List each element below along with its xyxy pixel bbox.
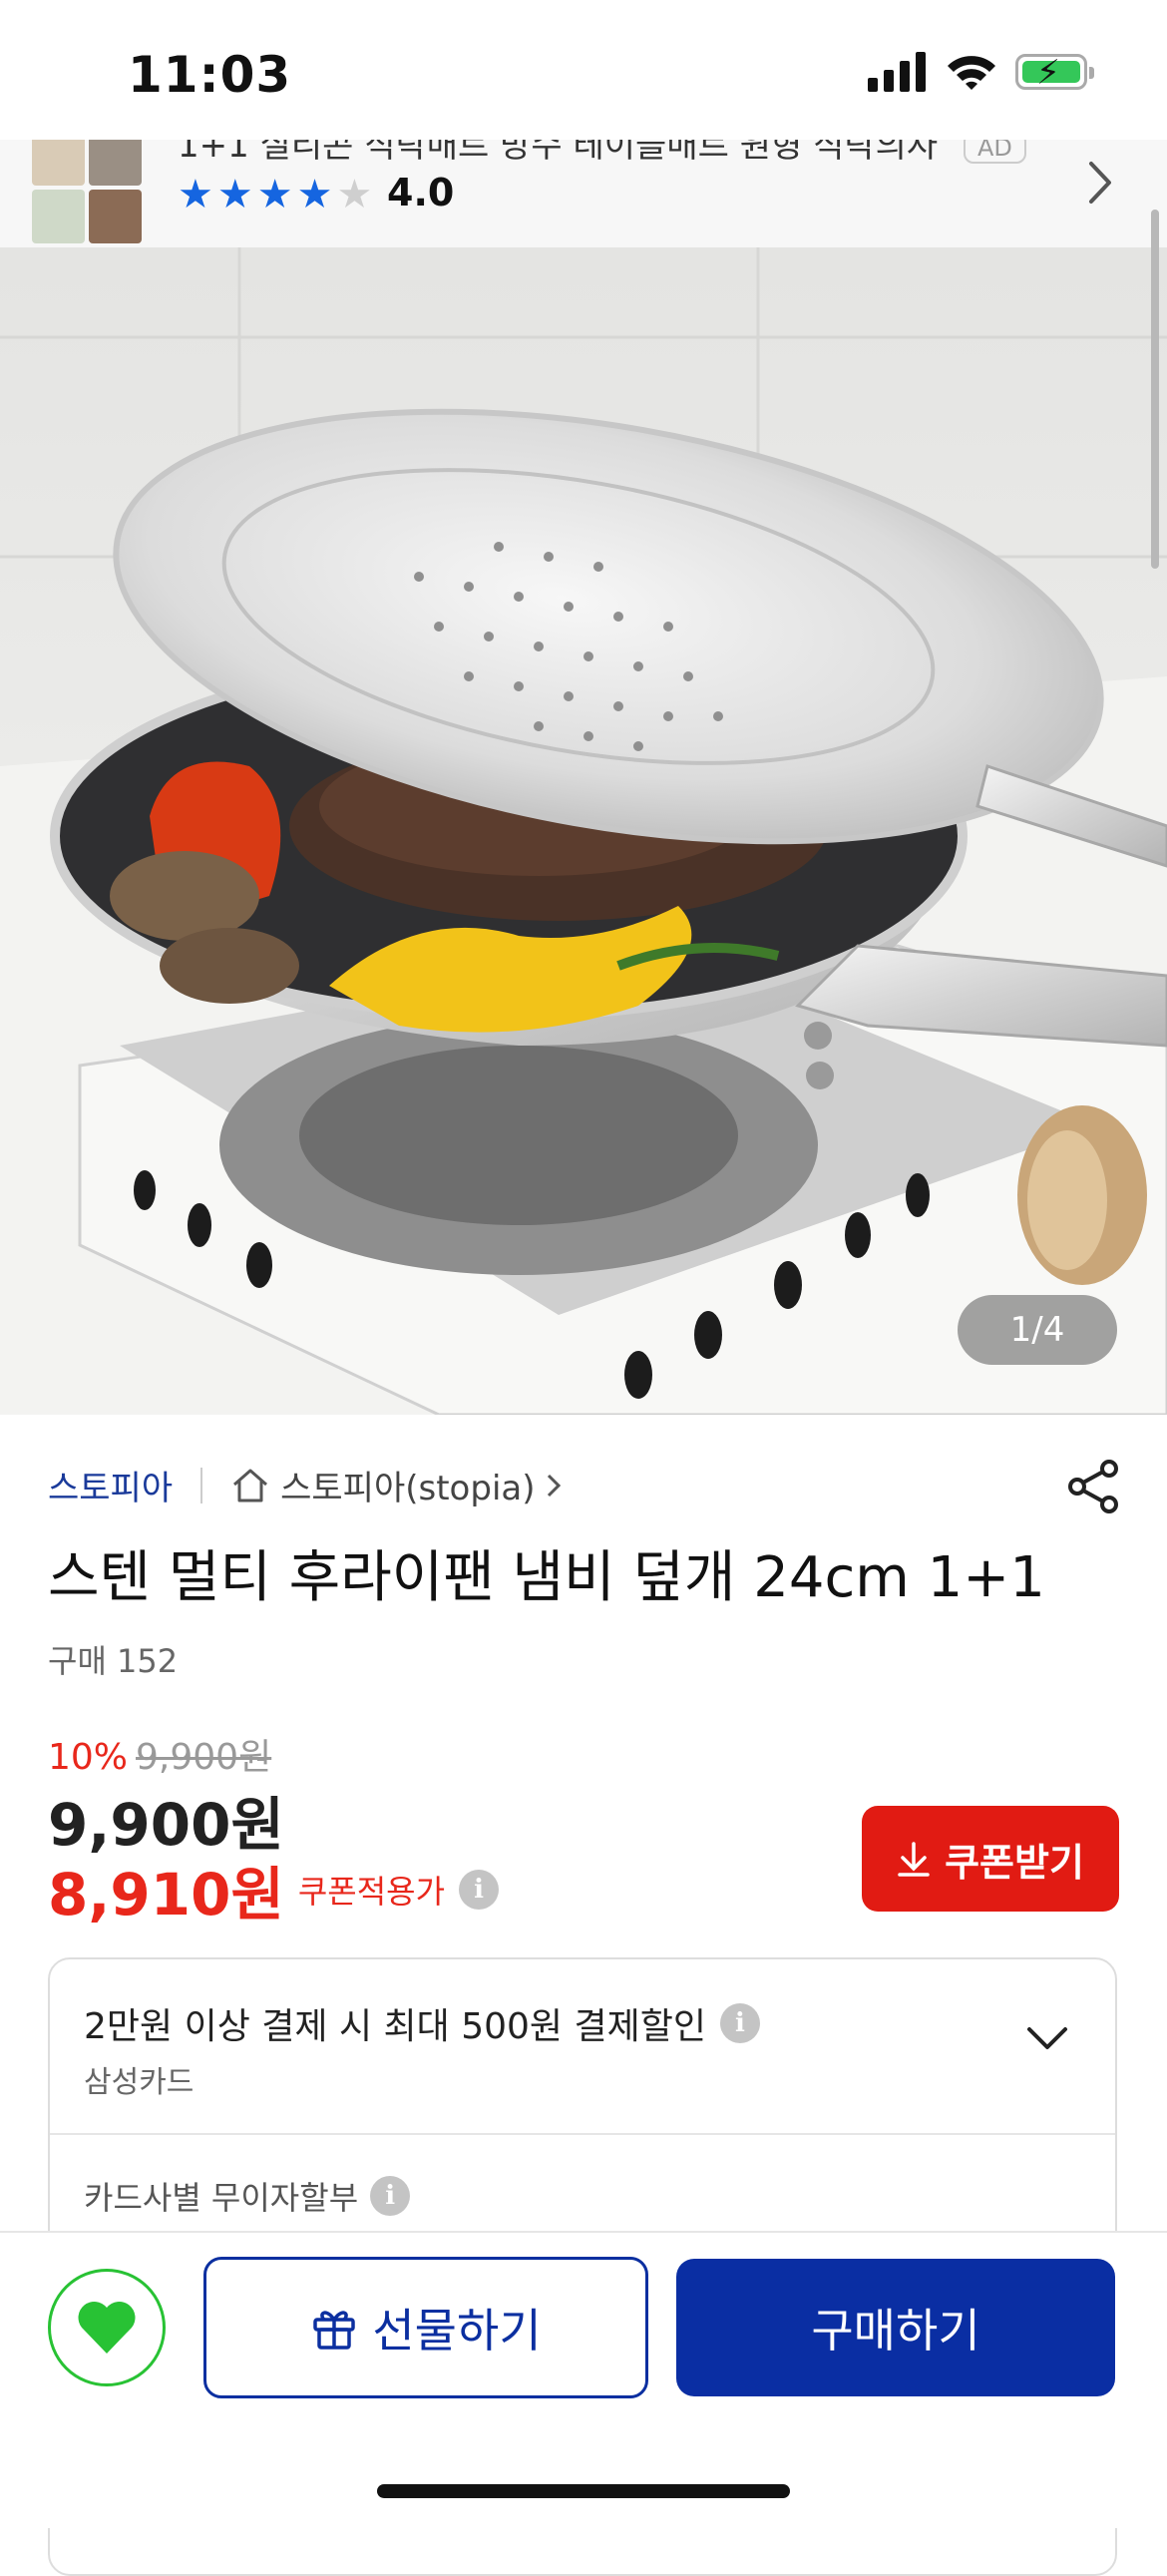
chevron-down-icon[interactable]: [1025, 2025, 1069, 2051]
star-filled-icon: ★: [178, 172, 213, 217]
battery-icon: ⚡: [1015, 53, 1094, 93]
coupon-download-button[interactable]: 쿠폰받기: [862, 1806, 1119, 1912]
coupon-price-row: 8,910원 쿠폰적용가 i: [48, 1848, 500, 1932]
ad-rating-stars: ★ ★ ★ ★ ★: [178, 170, 372, 219]
status-time: 11:03: [128, 46, 292, 104]
chevron-right-icon: [548, 1474, 562, 1497]
cellular-signal-icon: [868, 52, 926, 92]
installment-text: 카드사별 무이자할부: [84, 2179, 359, 2217]
info-icon[interactable]: i: [370, 2176, 411, 2216]
store-name: 스토피아(stopia): [280, 1469, 536, 1508]
product-title: 스텐 멀티 후라이팬 냄비 덮개 24cm 1+1: [48, 1545, 1045, 1610]
star-filled-icon: ★: [216, 172, 253, 217]
wishlist-button[interactable]: [48, 2269, 166, 2386]
star-filled-icon: ★: [296, 172, 333, 217]
star-filled-icon: ★: [256, 172, 293, 217]
divider: [50, 2133, 1115, 2135]
wifi-icon: [948, 56, 995, 90]
status-icons: ⚡: [868, 52, 1094, 93]
star-empty-icon: ★: [336, 172, 373, 217]
info-icon[interactable]: i: [459, 1870, 500, 1910]
coupon-button-label: 쿠폰받기: [945, 1840, 1084, 1885]
heart-icon: [78, 2301, 136, 2354]
store-link[interactable]: 스토피아(stopia): [230, 1461, 563, 1509]
divider: [200, 1467, 203, 1503]
card-name: 삼성카드: [84, 2065, 194, 2100]
info-icon[interactable]: i: [719, 2003, 760, 2043]
coupon-price-label: 쿠폰적용가: [297, 1873, 446, 1911]
status-bar: 11:03 ⚡: [0, 0, 1167, 140]
coupon-price: 8,910원: [48, 1861, 284, 1929]
download-icon: [898, 1842, 930, 1877]
card-discount[interactable]: 2만원 이상 결제 시 최대 500원 결제할인 i: [84, 1997, 760, 2049]
ad-rating-value: 4.0: [387, 171, 455, 215]
ad-thumbnail: [32, 140, 142, 243]
ad-title: 1+1 실리콘 식탁매트 방수 테이블매트 원형 식탁의자: [178, 140, 939, 166]
gift-button[interactable]: 선물하기: [203, 2257, 648, 2398]
purchase-count: 구매 152: [48, 1642, 179, 1680]
discount-row: 10% 9,900원: [48, 1728, 271, 1780]
home-indicator[interactable]: [377, 2484, 790, 2498]
discount-rate: 10%: [48, 1737, 129, 1778]
buy-button[interactable]: 구매하기: [676, 2259, 1115, 2396]
original-price: 9,900원: [136, 1737, 272, 1778]
seller-row: 스토피아 스토피아(stopia): [48, 1461, 563, 1509]
chevron-right-icon[interactable]: [1085, 158, 1115, 208]
image-counter: 1/4: [958, 1295, 1117, 1365]
ad-banner[interactable]: 1+1 실리콘 식탁매트 방수 테이블매트 원형 식탁의자 AD ★ ★ ★ ★…: [0, 140, 1167, 249]
product-photo: [0, 247, 1167, 1415]
scrollbar[interactable]: [1151, 210, 1159, 569]
brand-link[interactable]: 스토피아: [48, 1461, 173, 1509]
home-icon: [233, 1469, 268, 1502]
gift-icon: [313, 2311, 356, 2350]
installment-info[interactable]: 카드사별 무이자할부 i: [84, 2173, 411, 2219]
ad-badge: AD: [964, 140, 1026, 164]
share-icon[interactable]: [1065, 1459, 1121, 1514]
product-image[interactable]: 1/4: [0, 247, 1167, 1415]
gift-button-label: 선물하기: [372, 2304, 542, 2358]
card-discount-text: 2만원 이상 결제 시 최대 500원 결제할인: [84, 2006, 706, 2047]
